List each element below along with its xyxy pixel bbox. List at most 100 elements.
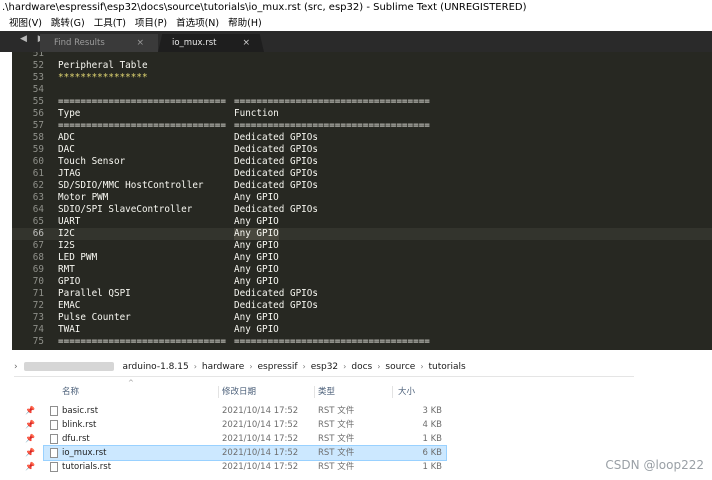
code-line[interactable]: 59 DAC Dedicated GPIOs [12,144,712,156]
column-name-header[interactable]: 名称 [62,384,79,400]
tab-find-results[interactable]: Find Results × [40,34,158,52]
code-line[interactable]: 62 SD/SDIO/MMC HostController Dedicated GP… [12,180,712,192]
code-text-col2: =================================== [234,120,430,131]
line-number: 53 [32,72,44,83]
code-text-col2: Any GPIO [234,216,279,227]
line-number: 62 [32,180,44,191]
close-icon[interactable]: × [242,34,250,52]
breadcrumb-item[interactable]: espressif [258,362,298,372]
code-line[interactable]: 61 JTAG Dedicated GPIOs [12,168,712,180]
code-text-col1: EMAC [58,300,81,311]
breadcrumb-item[interactable]: docs [351,362,372,372]
code-line[interactable]: 60 Touch Sensor Dedicated GPIOs [12,156,712,168]
code-line[interactable]: 66 I2C Any GPIO [12,228,712,240]
nav-arrow-icon[interactable]: › [14,362,18,372]
code-line[interactable]: 70 GPIO Any GPIO [12,276,712,288]
code-line[interactable]: 57 ============================== ========… [12,120,712,132]
menu-tools[interactable]: 工具(T) [94,16,126,31]
breadcrumb-item[interactable]: tutorials [429,362,466,372]
code-text-col1: Motor PWM [58,192,109,203]
code-text-col2: =================================== [234,96,430,107]
code-text-col2: Dedicated GPIOs [234,156,318,167]
line-number: 57 [32,120,44,131]
menu-goto[interactable]: 跳转(G) [51,16,85,31]
tab-io-mux[interactable]: io_mux.rst × [158,34,264,52]
code-line[interactable]: 55 ============================== ========… [12,96,712,108]
code-line[interactable]: 52 Peripheral Table [12,60,712,72]
column-size-header[interactable]: 大小 [398,384,415,400]
breadcrumb-chevron-icon[interactable]: › [420,362,423,371]
file-row[interactable]: dfu.rst 2021/10/14 17:52 RST 文件 1 KB [44,432,446,446]
code-text-col1: I2C [58,228,75,239]
column-date-header[interactable]: 修改日期 [222,384,256,400]
code-text-col1: RMT [58,264,75,275]
menu-view[interactable]: 视图(V) [9,16,42,31]
code-line[interactable]: 72 EMAC Dedicated GPIOs [12,300,712,312]
column-divider[interactable] [392,386,393,398]
file-icon [50,462,58,472]
file-row[interactable]: tutorials.rst 2021/10/14 17:52 RST 文件 1 KB [44,460,446,474]
code-editor[interactable]: 51 52 Peripheral Table 53 **************** 54… [12,52,712,350]
line-number: 63 [32,192,44,203]
code-line[interactable]: 63 Motor PWM Any GPIO [12,192,712,204]
code-line[interactable]: 64 SDIO/SPI SlaveController Dedicated GPIO… [12,204,712,216]
code-text-col1: GPIO [58,276,81,287]
pin-icon[interactable]: 📌 [25,406,35,416]
code-line[interactable]: 71 Parallel QSPI Dedicated GPIOs [12,288,712,300]
breadcrumb[interactable]: › arduino-1.8.15 › hardware › espressif › esp3… [14,358,634,377]
code-text-col1: ============================== [58,96,226,107]
file-row[interactable]: basic.rst 2021/10/14 17:52 RST 文件 3 KB [44,404,446,418]
code-line[interactable]: 69 RMT Any GPIO [12,264,712,276]
breadcrumb-item[interactable]: hardware [202,362,244,372]
file-type: RST 文件 [318,434,355,444]
code-line[interactable]: 75 ============================== ========… [12,336,712,348]
code-text-col2: Any GPIO [234,252,279,263]
code-line[interactable]: 68 LED PWM Any GPIO [12,252,712,264]
column-divider[interactable] [218,386,219,398]
pin-icon[interactable]: 📌 [25,434,35,444]
window-title: .\hardware\espressif\esp32\docs\source\t… [0,0,712,16]
code-line[interactable]: 73 Pulse Counter Any GPIO [12,312,712,324]
line-number: 59 [32,144,44,155]
code-line[interactable]: 53 **************** [12,72,712,84]
file-row[interactable]: io_mux.rst 2021/10/14 17:52 RST 文件 6 KB [43,445,447,461]
pin-icon[interactable]: 📌 [25,448,35,458]
file-name: tutorials.rst [62,462,112,472]
breadcrumb-item[interactable]: arduino-1.8.15 [122,362,188,372]
breadcrumb-chevron-icon[interactable]: › [343,362,346,371]
close-icon[interactable]: × [136,34,144,52]
column-type-header[interactable]: 类型 [318,384,335,400]
code-line[interactable]: 65 UART Any GPIO [12,216,712,228]
file-name: blink.rst [62,420,97,430]
menu-project[interactable]: 项目(P) [135,16,167,31]
file-row[interactable]: blink.rst 2021/10/14 17:52 RST 文件 4 KB [44,418,446,432]
breadcrumb-item[interactable]: esp32 [311,362,338,372]
code-line[interactable]: 58 ADC Dedicated GPIOs [12,132,712,144]
breadcrumb-chevron-icon[interactable]: › [377,362,380,371]
code-text-col2: Dedicated GPIOs [234,204,318,215]
breadcrumb-item[interactable]: source [385,362,415,372]
code-text-col1: Type [58,108,81,119]
file-name: io_mux.rst [62,448,107,458]
file-size: 3 KB [422,406,442,416]
pin-icon[interactable]: 📌 [25,462,35,472]
code-line[interactable]: 74 TWAI Any GPIO [12,324,712,336]
line-number: 69 [32,264,44,275]
menu-help[interactable]: 帮助(H) [228,16,262,31]
file-type: RST 文件 [318,406,355,416]
code-line[interactable]: 56 Type Function [12,108,712,120]
code-text-col2: Any GPIO [234,312,279,323]
code-text-col2: Dedicated GPIOs [234,132,318,143]
line-number: 60 [32,156,44,167]
breadcrumb-chevron-icon[interactable]: › [249,362,252,371]
column-divider[interactable] [314,386,315,398]
menu-preferences[interactable]: 首选项(N) [176,16,219,31]
code-line[interactable]: 67 I2S Any GPIO [12,240,712,252]
breadcrumb-chevron-icon[interactable]: › [303,362,306,371]
breadcrumb-chevron-icon[interactable]: › [194,362,197,371]
code-line[interactable]: 54 [12,84,712,96]
pin-icon[interactable]: 📌 [25,420,35,430]
file-name: basic.rst [62,406,99,416]
file-date: 2021/10/14 17:52 [222,434,299,444]
code-line[interactable]: 51 [12,52,712,60]
